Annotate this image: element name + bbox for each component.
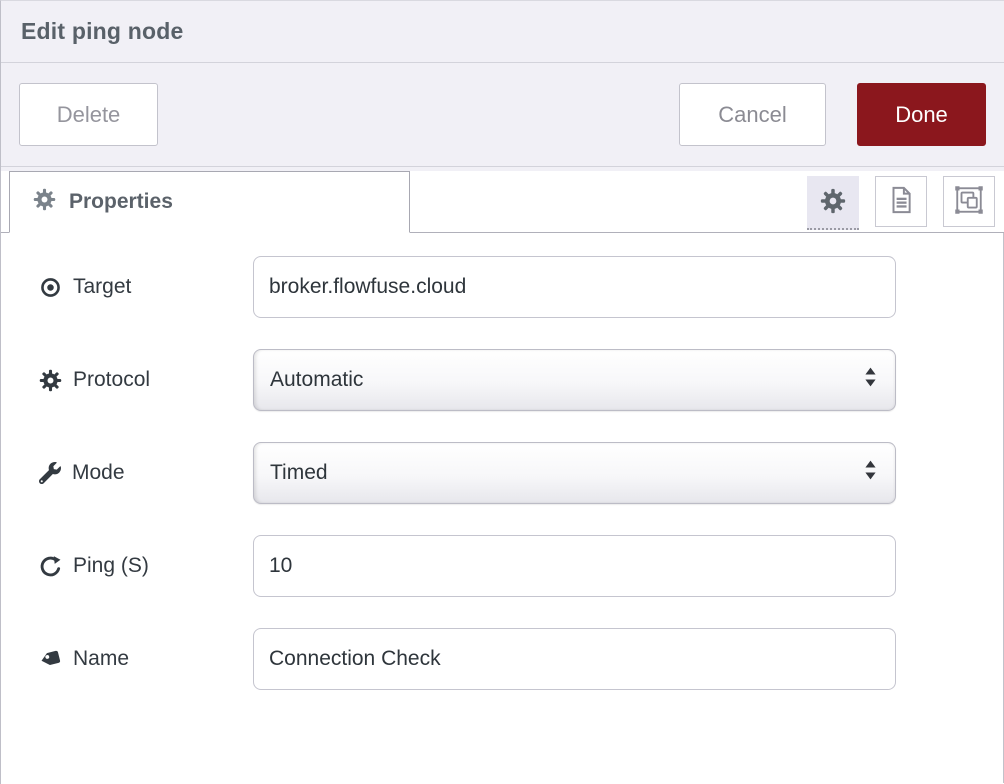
form-row-name: Name	[39, 628, 1003, 690]
target-label: Target	[39, 275, 253, 299]
tag-icon	[39, 648, 62, 671]
select-arrows-icon	[862, 458, 879, 489]
wrench-icon	[39, 462, 61, 484]
ping-label: Ping (S)	[39, 554, 253, 578]
form-row-target: Target	[39, 256, 1003, 318]
document-icon	[887, 185, 915, 218]
tray-toolbar: Delete Cancel Done	[1, 63, 1004, 167]
protocol-select[interactable]: Automatic	[253, 349, 896, 411]
form-row-protocol: Protocol Automatic	[39, 349, 1003, 411]
refresh-icon	[39, 555, 62, 578]
ping-interval-input[interactable]	[253, 535, 896, 597]
cancel-button[interactable]: Cancel	[679, 83, 826, 146]
tab-properties-label: Properties	[69, 190, 173, 214]
properties-gear-button[interactable]	[807, 176, 859, 230]
form-row-ping: Ping (S)	[39, 535, 1003, 597]
name-label: Name	[39, 647, 253, 671]
node-properties-form: Target Protocol A	[1, 233, 1004, 783]
appearance-icon	[954, 185, 984, 218]
mode-label: Mode	[39, 461, 253, 485]
done-button[interactable]: Done	[857, 83, 986, 146]
protocol-label: Protocol	[39, 368, 253, 392]
mode-select[interactable]: Timed	[253, 442, 896, 504]
select-arrows-icon	[862, 365, 879, 396]
tab-icon-buttons	[807, 176, 995, 230]
tray-header: Edit ping node	[1, 1, 1004, 63]
description-tab-button[interactable]	[875, 176, 927, 227]
form-row-mode: Mode Timed	[39, 442, 1003, 504]
dialog-title: Edit ping node	[21, 18, 184, 45]
tab-properties[interactable]: Properties	[9, 171, 410, 233]
name-input[interactable]	[253, 628, 896, 690]
edit-node-tray: Edit ping node Delete Cancel Done	[0, 0, 1004, 784]
dot-circle-icon	[39, 276, 62, 299]
gear-icon	[33, 188, 56, 216]
delete-button[interactable]: Delete	[19, 83, 158, 146]
appearance-tab-button[interactable]	[943, 176, 995, 227]
gear-icon	[820, 188, 846, 217]
target-input[interactable]	[253, 256, 896, 318]
gear-icon	[39, 369, 62, 392]
editor-tab-bar: Properties	[1, 167, 1004, 233]
